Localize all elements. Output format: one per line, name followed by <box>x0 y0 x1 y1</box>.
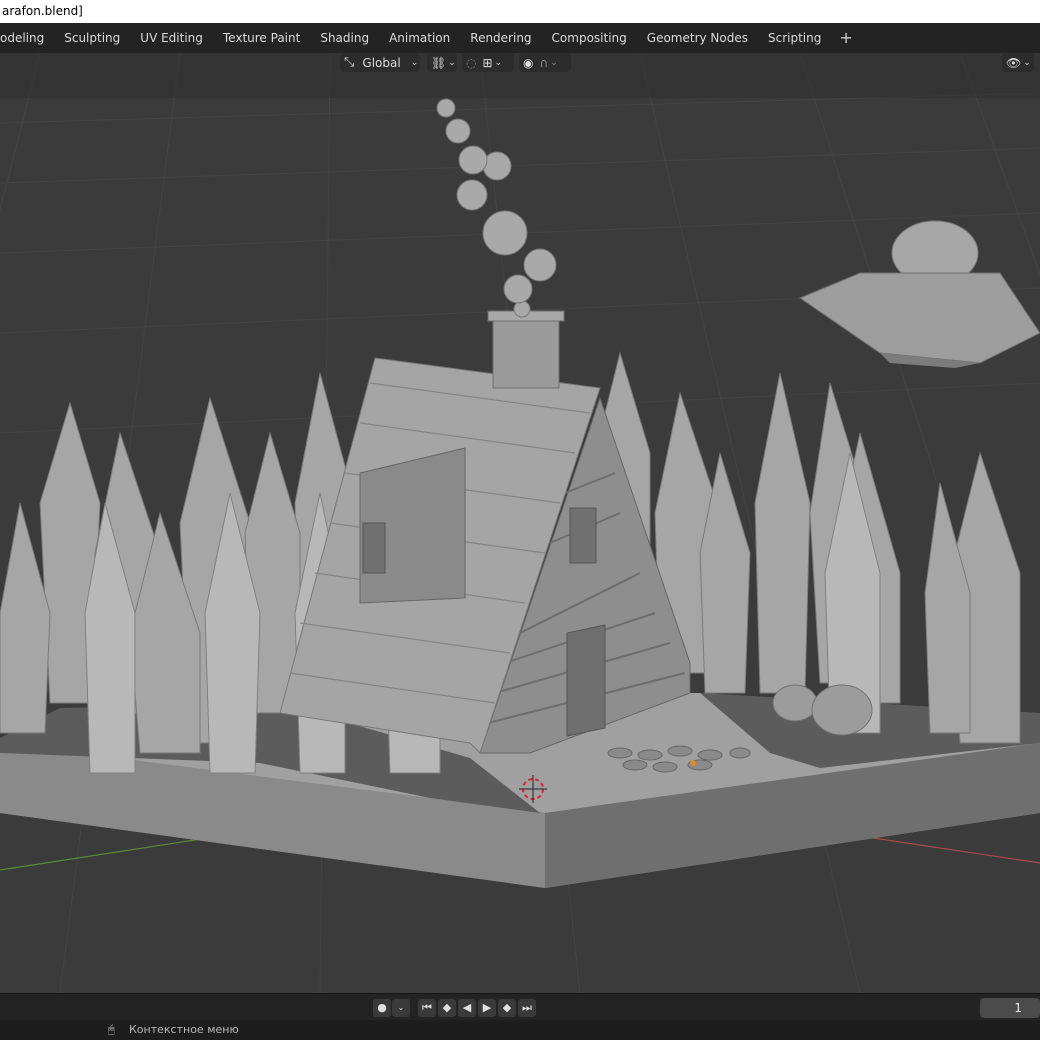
tab-scripting[interactable]: Scripting <box>758 23 831 53</box>
workspace-tabs: odeling Sculpting UV Editing Texture Pai… <box>0 23 1040 53</box>
tab-shading[interactable]: Shading <box>310 23 379 53</box>
play-reverse-icon[interactable]: ◀ <box>458 999 476 1017</box>
scene-render <box>0 53 1040 993</box>
play-icon[interactable]: ▶ <box>478 999 496 1017</box>
tab-texture-paint[interactable]: Texture Paint <box>213 23 310 53</box>
window-title: arafon.blend] <box>0 0 1040 23</box>
ufo <box>798 220 1040 368</box>
current-frame-field[interactable]: 1 <box>980 998 1040 1018</box>
record-dot-icon[interactable]: ● <box>373 999 391 1017</box>
pivot-link-icon: ⛓ <box>431 55 447 70</box>
visibility-dropdown[interactable]: 👁 ⌄ <box>1002 53 1034 72</box>
visibility-eye-icon: 👁 <box>1006 55 1022 70</box>
falloff-icon[interactable]: ∩ <box>539 56 548 70</box>
chevron-down-icon: ⌄ <box>410 57 419 68</box>
snap-icon[interactable]: ◌ <box>466 56 476 70</box>
object-origin <box>690 760 696 766</box>
snap-controls[interactable]: ◌ ⊞ ⌄ <box>462 53 514 72</box>
proportional-edit-icon[interactable]: ◉ <box>523 56 533 70</box>
tab-sculpting[interactable]: Sculpting <box>54 23 130 53</box>
chevron-down-icon: ⌄ <box>448 57 456 68</box>
snap-increment-icon[interactable]: ⊞ <box>482 56 492 70</box>
add-workspace-button[interactable]: + <box>831 23 860 53</box>
tab-uv-editing[interactable]: UV Editing <box>130 23 213 53</box>
orientation-value: Global <box>362 55 401 70</box>
chevron-down-icon: ⌄ <box>494 57 503 68</box>
prev-keyframe-icon[interactable]: ◆ <box>438 999 456 1017</box>
3d-viewport[interactable]: ⤡ Global ⌄ ⛓ ⌄ ◌ ⊞ ⌄ ◉ ∩ ⌄ 👁 ⌄ <box>0 53 1040 993</box>
tab-geometry-nodes[interactable]: Geometry Nodes <box>637 23 758 53</box>
tab-compositing[interactable]: Compositing <box>542 23 637 53</box>
jump-end-icon[interactable]: ⏭ <box>518 999 536 1017</box>
chevron-down-icon: ⌄ <box>550 57 558 68</box>
orientation-icon: ⤡ <box>344 55 355 70</box>
chevron-down-icon: ⌄ <box>1023 57 1031 68</box>
jump-start-icon[interactable]: ⏮ <box>418 999 436 1017</box>
tab-modeling[interactable]: odeling <box>0 23 54 53</box>
tab-rendering[interactable]: Rendering <box>460 23 541 53</box>
next-keyframe-icon[interactable]: ◆ <box>498 999 516 1017</box>
transform-orientation-dropdown[interactable]: ⤡ Global ⌄ <box>340 53 420 72</box>
proportional-edit-controls[interactable]: ◉ ∩ ⌄ <box>519 53 571 72</box>
status-hint: Контекстное меню <box>129 1023 239 1036</box>
pivot-point-dropdown[interactable]: ⛓ ⌄ <box>427 53 457 72</box>
mouse-icon: 🖱 <box>108 1023 115 1036</box>
tab-animation[interactable]: Animation <box>379 23 460 53</box>
timeline-bar: ● ⌄ ⏮ ◆ ◀ ▶ ◆ ⏭ 1 <box>0 993 1040 1020</box>
cabin <box>279 310 691 754</box>
record-options-dropdown[interactable]: ⌄ <box>392 999 410 1017</box>
status-bar: 🖱 Контекстное меню <box>0 1020 1040 1040</box>
